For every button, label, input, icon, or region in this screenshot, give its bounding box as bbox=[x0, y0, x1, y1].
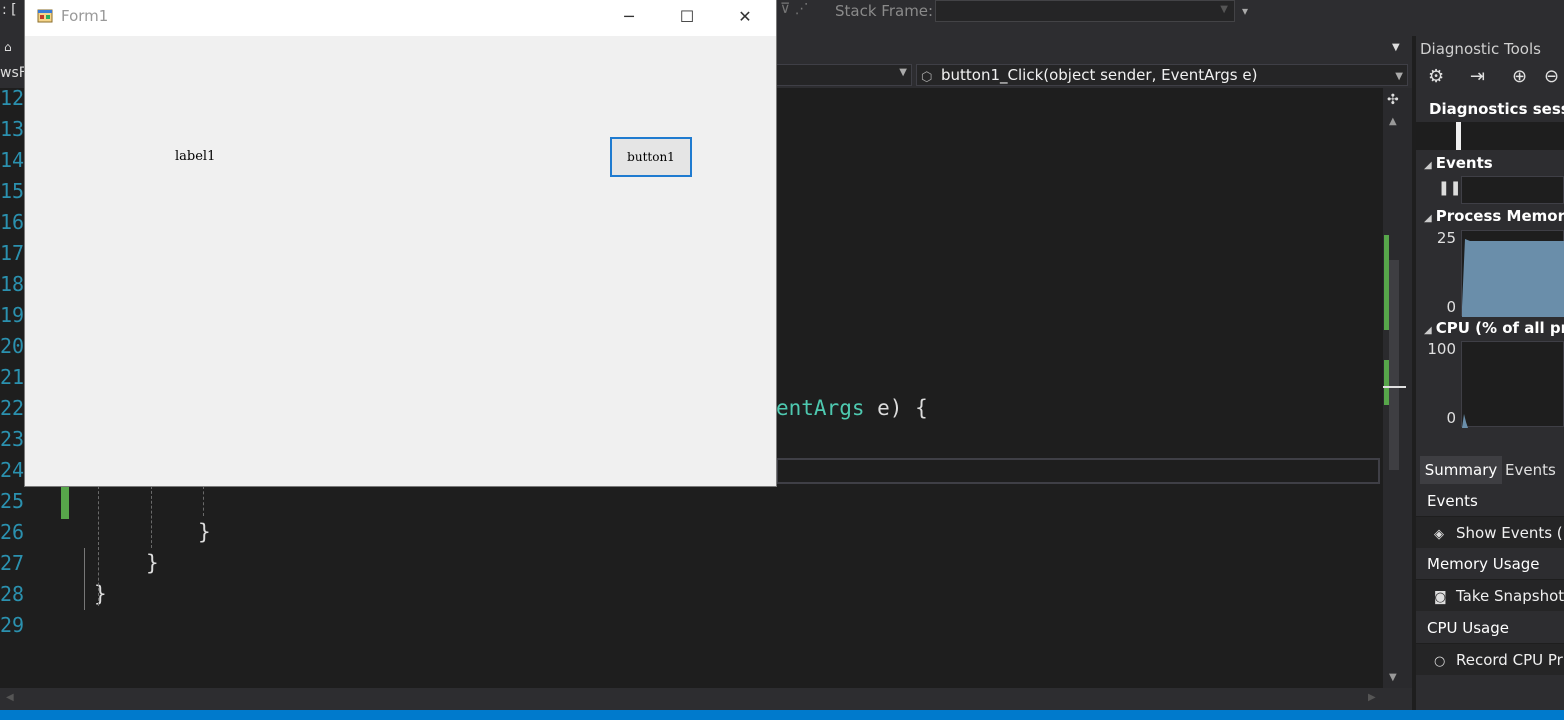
export-icon[interactable]: ⇥ bbox=[1470, 66, 1485, 87]
memory-area bbox=[1462, 239, 1564, 317]
code-line-27: } bbox=[146, 551, 159, 575]
code-line-22: entArgs e) { bbox=[776, 396, 928, 420]
stack-frame-label: Stack Frame: bbox=[835, 2, 934, 20]
process-memory-label: Process Memory bbox=[1435, 207, 1564, 225]
collapse-icon: ◢ bbox=[1424, 213, 1432, 224]
collapse-icon: ◢ bbox=[1424, 160, 1432, 171]
filter-icon[interactable]: ⊽ ⋰ bbox=[780, 1, 809, 17]
indent-guide bbox=[203, 486, 204, 516]
chevron-down-icon: ▼ bbox=[899, 67, 907, 78]
events-section-header[interactable]: ◢ Events bbox=[1424, 154, 1493, 172]
split-editor-icon[interactable]: ✣ bbox=[1387, 92, 1399, 108]
tab-events[interactable]: Events bbox=[1505, 456, 1556, 484]
memory-axis-min: 0 bbox=[1446, 298, 1456, 316]
scrollbar-caret-marker bbox=[1383, 386, 1406, 388]
line-number: 29 bbox=[0, 613, 25, 637]
line-number: 28 bbox=[0, 582, 25, 606]
close-button[interactable]: ✕ bbox=[716, 0, 774, 34]
record-icon: ○ bbox=[1434, 654, 1446, 669]
change-marker bbox=[61, 487, 69, 519]
memory-axis-max: 25 bbox=[1436, 229, 1456, 247]
project-combo-fragment[interactable]: wsF bbox=[0, 65, 27, 81]
status-bar bbox=[0, 710, 1564, 720]
zoom-out-icon[interactable]: ⊖ bbox=[1544, 66, 1559, 87]
take-snapshot-button[interactable]: ◙ Take Snapshot bbox=[1416, 579, 1564, 611]
events-icon: ◈ bbox=[1434, 527, 1444, 542]
record-cpu-label: Record CPU Pr bbox=[1456, 651, 1563, 669]
tab-summary[interactable]: Summary bbox=[1420, 456, 1502, 484]
line-number: 26 bbox=[0, 520, 25, 544]
horizontal-scrollbar[interactable] bbox=[0, 688, 1412, 710]
summary-memory-header: Memory Usage bbox=[1416, 549, 1564, 579]
summary-events-header: Events bbox=[1416, 486, 1564, 516]
tab-overflow-icon[interactable]: ▼ bbox=[1392, 42, 1400, 53]
indent-guide bbox=[98, 486, 99, 606]
diagnostics-session-label: Diagnostics sessio bbox=[1429, 100, 1564, 118]
form1-titlebar[interactable]: Form1 ─ ☐ ✕ bbox=[25, 0, 776, 36]
scroll-left-icon[interactable]: ◀ bbox=[6, 692, 14, 703]
process-memory-graph bbox=[1461, 230, 1564, 317]
take-snapshot-label: Take Snapshot bbox=[1456, 587, 1564, 605]
maximize-button[interactable]: ☐ bbox=[658, 0, 716, 34]
diagnostic-tools-title: Diagnostic Tools bbox=[1420, 40, 1541, 58]
code-line-28: } bbox=[94, 582, 107, 606]
cpu-area bbox=[1462, 414, 1468, 428]
stack-frame-combo[interactable]: ▼ bbox=[935, 0, 1235, 22]
process-memory-section-header[interactable]: ◢ Process Memory bbox=[1424, 207, 1564, 225]
show-events-label: Show Events ( bbox=[1456, 524, 1563, 542]
summary-cpu-header: CPU Usage bbox=[1416, 613, 1564, 643]
type-combo[interactable]: ▼ bbox=[760, 64, 912, 86]
events-section-label: Events bbox=[1435, 154, 1493, 172]
member-combo[interactable]: ⬡ button1_Click(object sender, EventArgs… bbox=[916, 64, 1408, 86]
pin-icon[interactable]: ⌂ bbox=[4, 40, 12, 54]
pause-icon[interactable]: ❚❚ bbox=[1438, 180, 1461, 196]
minimize-icon: ─ bbox=[624, 7, 634, 26]
toolbar-overflow-icon[interactable]: ▾ bbox=[1242, 4, 1248, 18]
cpu-axis-max: 100 bbox=[1427, 340, 1456, 358]
maximize-icon: ☐ bbox=[679, 7, 695, 26]
collapse-icon: ◢ bbox=[1424, 325, 1432, 336]
line-number: 25 bbox=[0, 489, 25, 513]
session-timeline[interactable] bbox=[1416, 122, 1564, 150]
line-number: 27 bbox=[0, 551, 25, 575]
label1: label1 bbox=[175, 149, 216, 164]
scrollbar-thumb[interactable] bbox=[1389, 260, 1399, 470]
cpu-section-label: CPU (% of all pro bbox=[1435, 319, 1564, 337]
cpu-graph bbox=[1461, 341, 1564, 428]
form1-window: Form1 ─ ☐ ✕ label1 button1 bbox=[25, 0, 776, 486]
scroll-down-icon[interactable]: ▼ bbox=[1389, 672, 1397, 683]
code-type-token: entArgs bbox=[776, 396, 865, 420]
button1[interactable]: button1 bbox=[610, 137, 692, 177]
close-icon: ✕ bbox=[738, 7, 752, 26]
minimize-button[interactable]: ─ bbox=[600, 0, 658, 34]
method-icon: ⬡ bbox=[921, 70, 933, 85]
form1-title: Form1 bbox=[61, 7, 109, 25]
cpu-section-header[interactable]: ◢CPU (% of all pro bbox=[1424, 319, 1564, 337]
code-line-26: } bbox=[198, 520, 211, 544]
outline-collapse-line bbox=[84, 548, 93, 610]
record-cpu-button[interactable]: ○ Record CPU Pr bbox=[1416, 643, 1564, 675]
gear-icon[interactable]: ⚙ bbox=[1428, 66, 1444, 87]
cpu-axis-min: 0 bbox=[1446, 409, 1456, 427]
chevron-down-icon: ▼ bbox=[1220, 4, 1228, 15]
timeline-marker bbox=[1456, 122, 1461, 150]
camera-icon: ◙ bbox=[1434, 590, 1447, 605]
editor-highlight-box bbox=[776, 458, 1380, 484]
show-events-link[interactable]: ◈ Show Events ( bbox=[1416, 516, 1564, 548]
code-text: e) { bbox=[864, 396, 928, 420]
member-combo-value: button1_Click(object sender, EventArgs e… bbox=[941, 66, 1258, 84]
toolbar-left-fragment: : [ bbox=[2, 2, 17, 18]
zoom-in-icon[interactable]: ⊕ bbox=[1512, 66, 1527, 87]
form-app-icon bbox=[37, 9, 53, 23]
events-track bbox=[1461, 176, 1564, 204]
scroll-right-icon[interactable]: ▶ bbox=[1368, 692, 1376, 703]
indent-guide bbox=[151, 486, 152, 548]
chevron-down-icon: ▼ bbox=[1395, 71, 1403, 82]
scroll-up-icon[interactable]: ▲ bbox=[1389, 116, 1397, 127]
